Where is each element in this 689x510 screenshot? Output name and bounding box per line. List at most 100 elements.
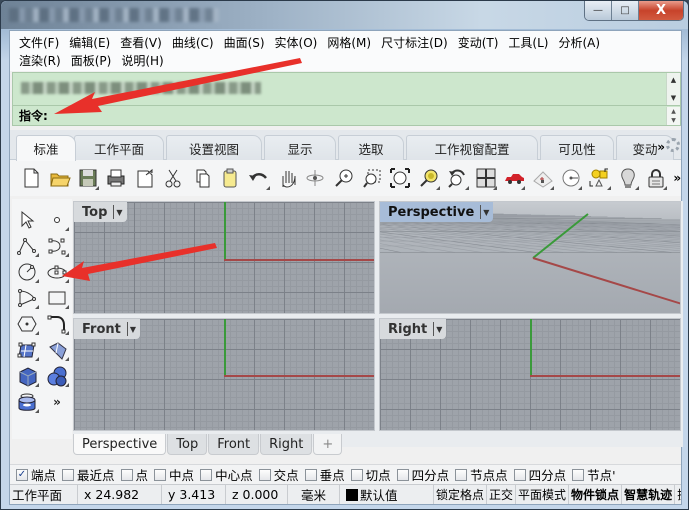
osnap-option[interactable]: 垂点 xyxy=(304,465,345,484)
osnap-option[interactable]: 节点点 xyxy=(455,465,508,484)
print-button[interactable] xyxy=(103,164,129,192)
tabs-overflow-button[interactable]: » xyxy=(657,140,665,154)
cplane-indicator[interactable]: 工作平面 xyxy=(10,485,78,504)
spin-up-icon[interactable]: ▲ xyxy=(671,108,676,115)
osnap-option[interactable]: 四分点 xyxy=(513,465,566,484)
toolbar-tab[interactable]: 工作视窗配置 xyxy=(406,135,538,160)
save-button[interactable] xyxy=(75,164,101,192)
viewport-top[interactable]: Top ▼ xyxy=(73,201,375,314)
new-file-button[interactable] xyxy=(18,164,44,192)
osnap-checkbox[interactable] xyxy=(396,468,409,481)
osnap-checkbox[interactable] xyxy=(455,468,468,481)
viewport-right[interactable]: Right ▼ xyxy=(379,318,681,431)
toolbar-tab[interactable]: 可见性 xyxy=(540,135,614,160)
chevron-down-icon[interactable]: ▼ xyxy=(113,205,123,219)
menu-item[interactable]: 分析(A) xyxy=(553,34,605,51)
osnap-checkbox[interactable] xyxy=(62,468,75,481)
cylinder-solid-button[interactable] xyxy=(13,389,41,415)
osnap-checkbox[interactable] xyxy=(258,468,271,481)
toolbar-tab[interactable]: 显示 xyxy=(264,135,336,160)
zoom-dynamic-button[interactable] xyxy=(330,164,356,192)
curve-control-points-button[interactable] xyxy=(43,233,71,259)
viewport-perspective[interactable]: Perspective ▼ xyxy=(379,201,681,314)
osnap-circle-button[interactable] xyxy=(558,164,584,192)
command-history[interactable]: ▲ ▼ xyxy=(12,72,681,106)
zoom-extents-button[interactable] xyxy=(387,164,413,192)
osnap-option[interactable]: 中心点 xyxy=(200,465,253,484)
paste-button[interactable] xyxy=(217,164,243,192)
osnap-checkbox[interactable]: ✓ xyxy=(16,468,28,481)
command-input[interactable] xyxy=(50,107,666,124)
osnap-checkbox[interactable] xyxy=(200,468,213,481)
status-toggle[interactable]: 平面模式 xyxy=(516,485,570,504)
osnap-checkbox[interactable] xyxy=(513,468,526,481)
viewport-tab[interactable]: Perspective xyxy=(73,434,167,455)
circle-button[interactable] xyxy=(13,259,41,285)
polyline-button[interactable] xyxy=(13,233,41,259)
viewport-tab[interactable]: Top xyxy=(167,434,208,455)
menu-item[interactable]: 渲染(R) xyxy=(14,52,66,69)
rectangle-button[interactable] xyxy=(43,285,71,311)
status-toggle[interactable]: 正交 xyxy=(487,485,517,504)
surface-points-button[interactable] xyxy=(13,337,41,363)
osnap-checkbox[interactable] xyxy=(120,468,133,481)
polygon-button[interactable] xyxy=(13,311,41,337)
history-scrollbar[interactable]: ▲ ▼ xyxy=(666,73,680,105)
menu-item[interactable]: 说明(H) xyxy=(116,52,168,69)
status-toggle[interactable]: 物件锁点 xyxy=(569,485,623,504)
toolbar-tab[interactable]: 设置视图 xyxy=(166,135,262,160)
zoom-window-button[interactable] xyxy=(359,164,385,192)
command-spinner[interactable]: ▲ ▼ xyxy=(666,106,680,125)
chevron-down-icon[interactable]: ▼ xyxy=(126,322,136,336)
osnap-checkbox[interactable] xyxy=(154,468,167,481)
select-arrow-button[interactable] xyxy=(13,207,41,233)
sphere-solid-button[interactable] xyxy=(43,363,71,389)
gear-icon[interactable] xyxy=(666,138,680,152)
zoom-selected-button[interactable] xyxy=(416,164,442,192)
osnap-option[interactable]: 切点 xyxy=(350,465,391,484)
units-indicator[interactable]: 毫米 xyxy=(288,485,340,504)
menu-item[interactable]: 网格(M) xyxy=(322,34,376,51)
osnap-option[interactable]: 四分点 xyxy=(396,465,449,484)
toolbar-overflow-button[interactable]: » xyxy=(673,171,681,185)
menu-item[interactable]: 文件(F) xyxy=(14,34,64,51)
cplane-button[interactable] xyxy=(529,164,555,192)
status-toggle[interactable]: 智慧轨迹 xyxy=(622,485,676,504)
ellipse-button[interactable] xyxy=(43,259,71,285)
osnap-option[interactable]: 中点 xyxy=(154,465,194,484)
viewport-title[interactable]: Front ▼ xyxy=(74,319,141,339)
box-solid-button[interactable] xyxy=(13,363,41,389)
viewport-title[interactable]: Top ▼ xyxy=(74,202,127,222)
menu-item[interactable]: 变动(T) xyxy=(453,34,504,51)
scroll-down-icon[interactable]: ▼ xyxy=(671,94,676,102)
menu-item[interactable]: 查看(V) xyxy=(115,34,167,51)
title-bar[interactable]: — □ X xyxy=(1,1,688,29)
undo-view-button[interactable] xyxy=(444,164,470,192)
four-viewports-button[interactable] xyxy=(473,164,499,192)
menu-item[interactable]: 曲面(S) xyxy=(219,34,270,51)
osnap-option[interactable]: 节点' xyxy=(572,465,616,484)
menu-item[interactable]: 曲线(C) xyxy=(167,34,219,51)
select-objects-button[interactable] xyxy=(586,164,612,192)
osnap-option[interactable]: 点 xyxy=(120,465,148,484)
viewport-tab[interactable]: Right xyxy=(260,434,313,455)
toolbar-tab[interactable]: 选取 xyxy=(338,135,404,160)
sidebar-overflow-button[interactable]: » xyxy=(43,389,71,415)
status-toggle[interactable]: 锁定格点 xyxy=(434,485,488,504)
minimize-button[interactable]: — xyxy=(585,1,612,20)
render-car-button[interactable] xyxy=(501,164,527,192)
copy-button[interactable] xyxy=(188,164,214,192)
osnap-checkbox[interactable] xyxy=(350,468,363,481)
viewport-title[interactable]: Right ▼ xyxy=(380,319,447,339)
undo-button[interactable] xyxy=(245,164,271,192)
menu-item[interactable]: 编辑(E) xyxy=(64,34,115,51)
chevron-down-icon[interactable]: ▼ xyxy=(480,205,489,219)
toolbar-tab[interactable]: 标准 xyxy=(16,135,76,161)
import-button[interactable] xyxy=(132,164,158,192)
toolbar-tab[interactable]: 工作平面 xyxy=(74,135,164,160)
viewport-front[interactable]: Front ▼ xyxy=(73,318,375,431)
light-bulb-button[interactable] xyxy=(615,164,641,192)
menu-item[interactable]: 实体(O) xyxy=(270,34,323,51)
osnap-option[interactable]: ✓ 端点 xyxy=(16,465,56,484)
osnap-checkbox[interactable] xyxy=(572,468,585,481)
